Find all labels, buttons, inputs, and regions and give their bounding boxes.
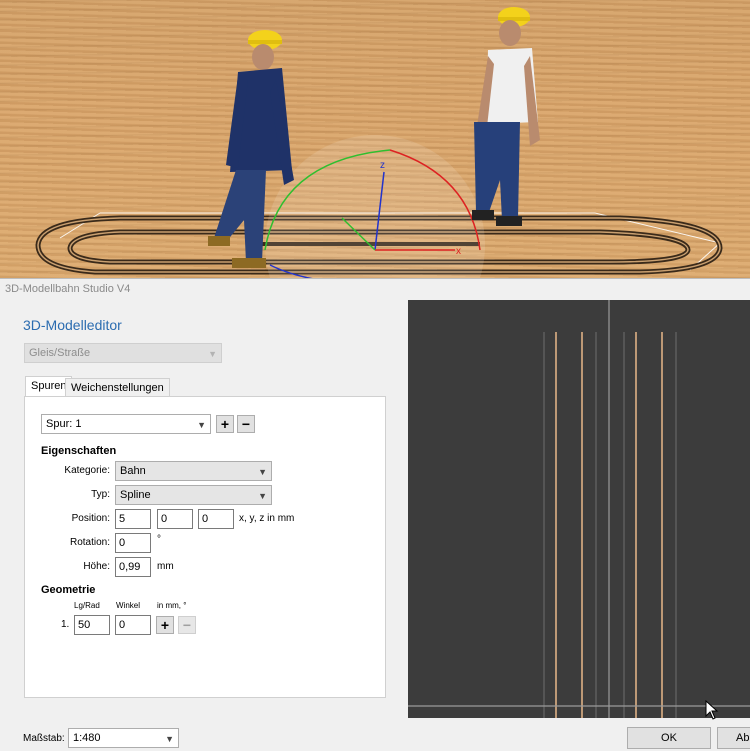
chevron-down-icon: ▼ [165, 734, 174, 744]
gizmo-sphere [265, 135, 485, 278]
chevron-down-icon: ▼ [258, 467, 267, 477]
track-preview-viewport[interactable] [408, 300, 750, 718]
type-value: Spline [120, 489, 151, 501]
category-label: Kategorie: [64, 465, 110, 476]
category-select[interactable]: Bahn ▼ [115, 461, 272, 481]
mouse-cursor-icon [705, 700, 719, 720]
editor-heading: 3D-Modelleditor [23, 317, 122, 333]
position-z-field[interactable]: 0 [198, 509, 234, 529]
tab-weichenstellungen-label: Weichenstellungen [71, 382, 164, 394]
axis-x-label: x [456, 246, 461, 257]
object-type-value: Gleis/Straße [29, 347, 91, 359]
track-select-value: Spur: 1 [46, 418, 82, 430]
ok-button[interactable]: OK [627, 727, 711, 749]
category-value: Bahn [120, 465, 146, 477]
position-x-field[interactable]: 5 [115, 509, 151, 529]
chevron-down-icon: ▼ [208, 349, 217, 359]
track-select[interactable]: Spur: 1 ▼ [41, 414, 211, 434]
properties-heading: Eigenschaften [41, 445, 117, 457]
rotation-label: Rotation: [69, 537, 110, 548]
object-type-select[interactable]: Gleis/Straße ▼ [24, 343, 222, 363]
track-preview-canvas[interactable] [408, 300, 750, 718]
preview-rails [543, 332, 677, 718]
geometry-row-index: 1. [61, 619, 70, 630]
height-unit: mm [157, 561, 174, 572]
scale-select[interactable]: 1:480 ▼ [68, 728, 179, 748]
chevron-down-icon: ▼ [197, 420, 206, 430]
scale-value: 1:480 [73, 732, 101, 744]
axis-z-label: z [380, 160, 385, 171]
position-unit: x, y, z in mm [239, 513, 295, 524]
col-length-header: Lg/Rad [74, 601, 100, 610]
cancel-button[interactable]: Abb [717, 727, 750, 749]
height-label: Höhe: [83, 561, 110, 572]
worker-figure-right[interactable] [472, 7, 540, 226]
position-y-field[interactable]: 0 [157, 509, 193, 529]
add-track-button[interactable]: + [216, 415, 234, 433]
model-editor-dialog: 3D-Modellbahn Studio V4 3D-Modelleditor … [0, 278, 750, 751]
col-unit-header: in mm, ° [157, 601, 187, 610]
remove-segment-button[interactable]: − [178, 616, 196, 634]
geometry-heading: Geometrie [41, 584, 96, 596]
viewport-3d[interactable]: z x [0, 0, 750, 278]
window-title: 3D-Modellbahn Studio V4 [5, 283, 131, 295]
type-select[interactable]: Spline ▼ [115, 485, 272, 505]
add-segment-button[interactable]: + [156, 616, 174, 634]
rotation-unit: ° [157, 534, 161, 545]
geometry-angle-field[interactable]: 0 [115, 615, 151, 635]
chevron-down-icon: ▼ [258, 491, 267, 501]
remove-track-button[interactable]: − [237, 415, 255, 433]
geometry-length-field[interactable]: 50 [74, 615, 110, 635]
col-angle-header: Winkel [116, 601, 141, 610]
scale-label: Maßstab: [23, 733, 65, 744]
tab-spuren-label: Spuren [31, 380, 67, 392]
height-field[interactable]: 0,99 [115, 557, 151, 577]
tab-panel-spuren: Spur: 1 ▼ + − Eigenschaften Kategorie: B… [24, 396, 386, 698]
position-label: Position: [71, 513, 110, 524]
type-label: Typ: [91, 489, 110, 500]
tab-weichenstellungen[interactable]: Weichenstellungen [65, 378, 170, 398]
scene-canvas[interactable]: z x [0, 0, 750, 278]
rotation-field[interactable]: 0 [115, 533, 151, 553]
